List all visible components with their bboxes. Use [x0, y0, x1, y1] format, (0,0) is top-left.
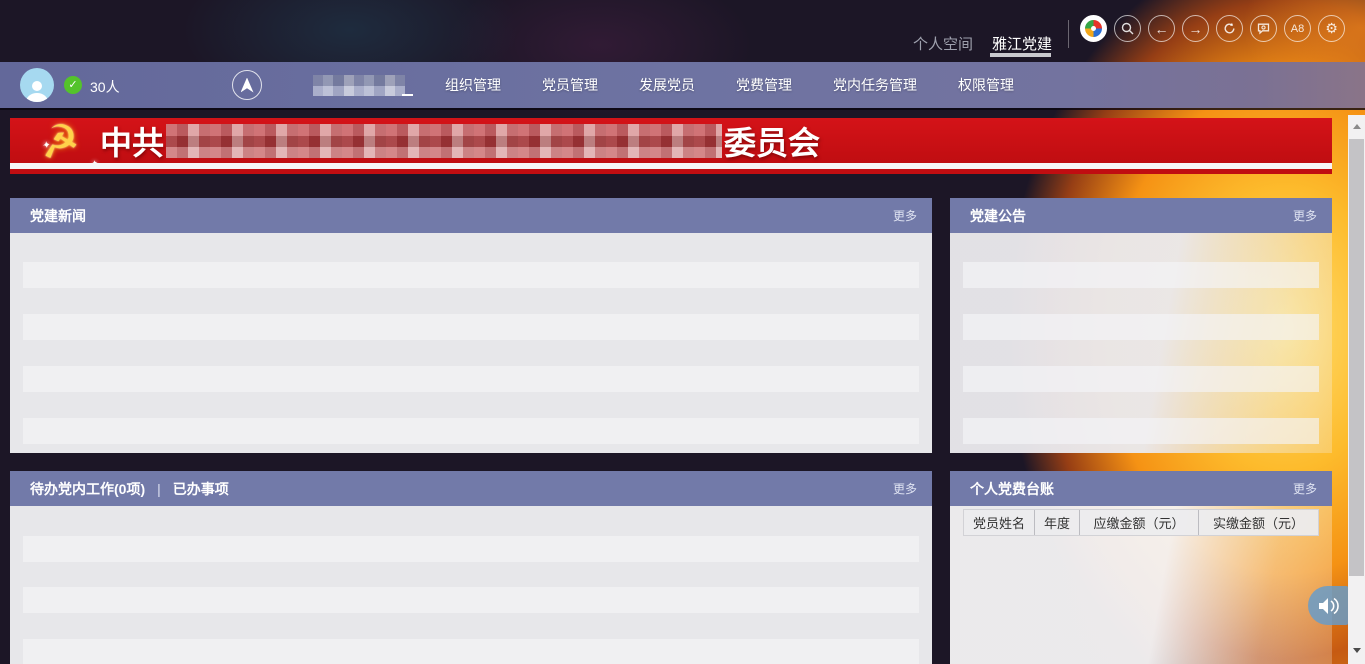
committee-banner: ☭ ✦✦ 中共 委员会: [10, 118, 1332, 163]
notice-placeholder-row[interactable]: [963, 314, 1319, 340]
panel-fee-ledger: 个人党费台账 更多 党员姓名 年度 应缴金额（元） 实缴金额（元）: [950, 471, 1332, 664]
verified-check-icon: ✓: [64, 76, 82, 94]
news-placeholder-row[interactable]: [23, 262, 919, 288]
menu-member-management[interactable]: 党员管理: [542, 75, 598, 95]
panel-todo-work: 待办党内工作(0项) | 已办事项 更多: [10, 471, 932, 664]
notice-more-link[interactable]: 更多: [1293, 207, 1317, 224]
back-icon[interactable]: ←: [1148, 15, 1175, 42]
topbar-icon-row: ← → A8 ⚙: [1080, 15, 1345, 42]
notice-placeholder-row[interactable]: [963, 418, 1319, 444]
news-placeholder-row[interactable]: [23, 366, 919, 392]
news-placeholder-row[interactable]: [23, 314, 919, 340]
tab-yajiang-party[interactable]: 雅江党建: [992, 33, 1052, 54]
speaker-icon: [1317, 596, 1341, 616]
news-placeholder-row[interactable]: [23, 418, 919, 444]
todo-placeholder-row[interactable]: [23, 639, 919, 664]
panel-title-news: 党建新闻: [30, 206, 86, 226]
page-scrollbar[interactable]: [1348, 115, 1365, 664]
todo-placeholder-row[interactable]: [23, 587, 919, 613]
fees-table-header: 党员姓名 年度 应缴金额（元） 实缴金额（元）: [963, 509, 1319, 536]
fees-more-link[interactable]: 更多: [1293, 480, 1317, 497]
refresh-icon[interactable]: [1216, 15, 1243, 42]
fees-col-year: 年度: [1034, 510, 1079, 535]
member-count: 30人: [90, 77, 120, 97]
todo-done-tab[interactable]: 已办事项: [173, 479, 229, 499]
app-root: 个人空间 雅江党建 ← → A8 ⚙ ✓ 30人: [0, 0, 1365, 664]
forward-icon[interactable]: →: [1182, 15, 1209, 42]
notice-placeholder-row[interactable]: [963, 262, 1319, 288]
user-avatar[interactable]: [20, 68, 54, 102]
committee-title-prefix: 中共: [100, 118, 164, 163]
menu-permission-management[interactable]: 权限管理: [958, 75, 1014, 95]
main-menu: 组织管理 党员管理 发展党员 党费管理 党内任务管理 权限管理: [445, 62, 1014, 108]
panel-party-news: 党建新闻 更多: [10, 198, 932, 453]
navigate-arrow-icon[interactable]: [232, 70, 262, 100]
todo-pending-tab[interactable]: 待办党内工作(0项): [30, 479, 145, 499]
fees-col-paid: 实缴金额（元）: [1198, 510, 1318, 535]
scrollbar-up-arrow[interactable]: [1348, 118, 1365, 134]
tab-personal-space[interactable]: 个人空间: [913, 33, 973, 54]
settings-gear-icon[interactable]: ⚙: [1318, 15, 1345, 42]
feedback-icon[interactable]: [1250, 15, 1277, 42]
scrollbar-down-arrow[interactable]: [1348, 642, 1365, 658]
panel-party-notice: 党建公告 更多: [950, 198, 1332, 453]
todo-more-link[interactable]: 更多: [893, 480, 917, 497]
committee-name-redacted: [166, 124, 722, 158]
fees-col-name: 党员姓名: [964, 510, 1034, 535]
search-icon[interactable]: [1114, 15, 1141, 42]
notice-placeholder-row[interactable]: [963, 366, 1319, 392]
news-more-link[interactable]: 更多: [893, 207, 917, 224]
scrollbar-thumb[interactable]: [1349, 139, 1364, 576]
panel-title-fees: 个人党费台账: [970, 479, 1054, 499]
todo-placeholder-row[interactable]: [23, 536, 919, 562]
a8-icon[interactable]: A8: [1284, 15, 1311, 42]
menu-org-management[interactable]: 组织管理: [445, 75, 501, 95]
menu-develop-members[interactable]: 发展党员: [639, 75, 695, 95]
menu-fee-management[interactable]: 党费管理: [736, 75, 792, 95]
active-tab-underline: [990, 53, 1051, 57]
topbar: 个人空间 雅江党建 ← → A8 ⚙: [0, 0, 1365, 62]
redacted-org-name: [313, 75, 405, 96]
banner-divider-red: [10, 169, 1332, 174]
menu-task-management[interactable]: 党内任务管理: [833, 75, 917, 95]
todo-separator: |: [157, 481, 161, 497]
panel-title-notice: 党建公告: [970, 206, 1026, 226]
committee-title: 中共 委员会: [100, 118, 820, 163]
topbar-divider: [1068, 20, 1069, 48]
committee-title-suffix: 委员会: [724, 118, 820, 163]
party-emblem-icon: ☭ ✦✦: [37, 118, 103, 163]
app-logo-icon[interactable]: [1080, 15, 1107, 42]
speaker-audio-button[interactable]: [1308, 586, 1349, 625]
navbar: ✓ 30人 组织管理 党员管理 发展党员 党费管理 党内任务管理 权限管理: [0, 62, 1365, 108]
fees-col-due: 应缴金额（元）: [1079, 510, 1198, 535]
